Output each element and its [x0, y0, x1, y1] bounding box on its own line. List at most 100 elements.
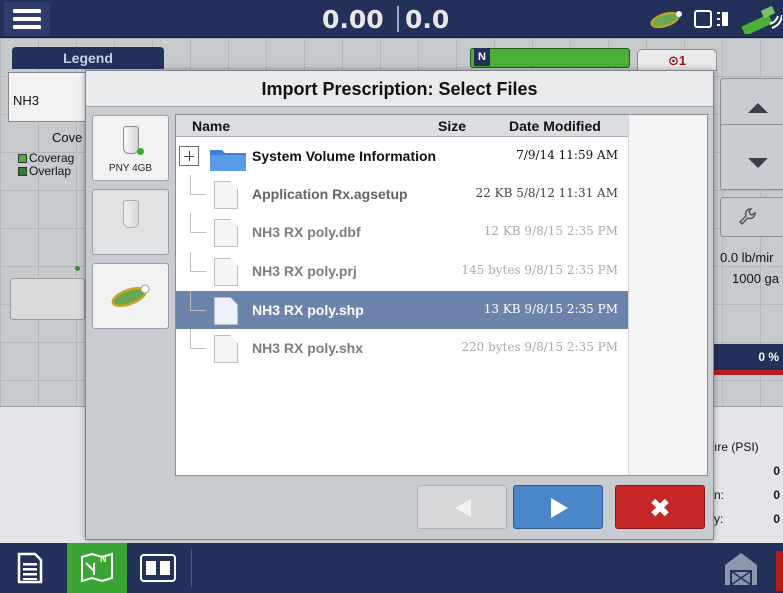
file-row[interactable]: NH3 RX poly.shx 220 bytes 9/8/15 2:35 PM — [176, 329, 628, 367]
tree-connector — [190, 232, 206, 233]
coverage-heading: Cove — [52, 130, 83, 145]
file-name: NH3 RX poly.dbf — [252, 224, 361, 240]
boundary-bar — [470, 48, 630, 68]
legend-item: Overlap — [18, 165, 74, 178]
file-name: NH3 RX poly.shp — [252, 302, 364, 318]
mapping-icon: N — [81, 552, 113, 583]
mapping-button[interactable]: N — [67, 543, 127, 593]
pressure-row: y: 0 — [714, 512, 780, 526]
close-icon: ✖ — [649, 494, 671, 524]
file-icon — [214, 297, 238, 325]
readout-divider — [397, 6, 399, 32]
file-name: NH3 RX poly.shx — [252, 340, 363, 356]
source-implement-button[interactable] — [92, 263, 169, 329]
file-row-selected[interactable]: NH3 RX poly.shp 13 KB 9/8/15 2:35 PM — [176, 291, 628, 329]
display-box-icon[interactable] — [694, 10, 712, 28]
file-meta: 13 KB 9/8/15 2:35 PM — [483, 302, 618, 316]
file-meta: 220 bytes 9/8/15 2:35 PM — [461, 340, 618, 354]
column-size[interactable]: Size — [438, 118, 466, 134]
product-selector[interactable]: NH3 — [8, 72, 88, 122]
rate-readout: 0.0 — [405, 5, 450, 34]
expand-icon[interactable] — [179, 146, 199, 166]
file-row[interactable]: NH3 RX poly.dbf 12 KB 9/8/15 2:35 PM — [176, 213, 628, 251]
legend-label: Overlap — [29, 164, 72, 178]
source-usb-button[interactable] — [92, 189, 169, 255]
pressure-row-value: 0 — [773, 488, 780, 502]
column-date[interactable]: Date Modified — [509, 118, 601, 134]
folder-icon — [210, 150, 246, 171]
connected-dot — [137, 148, 144, 155]
hamburger-menu-icon[interactable] — [4, 2, 50, 36]
pressure-row: n: 0 — [714, 488, 780, 502]
signal-icon[interactable] — [716, 9, 738, 29]
file-row[interactable]: Application Rx.agsetup 22 KB 5/8/12 11:3… — [176, 175, 628, 213]
implement-logo-icon — [111, 284, 150, 308]
arrow-down-icon — [748, 158, 768, 168]
rate-readout-2: 1000 ga — [732, 271, 779, 286]
file-name: NH3 RX poly.prj — [252, 263, 357, 279]
split-screen-button[interactable] — [130, 543, 190, 593]
import-prescription-dialog: Import Prescription: Select Files PNY 4G… — [85, 70, 714, 540]
barn-icon[interactable] — [723, 551, 759, 587]
arrow-right-icon — [551, 498, 568, 518]
bottom-bar: N — [0, 543, 783, 593]
tree-connector — [190, 310, 206, 311]
next-button[interactable] — [513, 485, 603, 529]
dialog-title: Import Prescription: Select Files — [86, 71, 713, 107]
svg-text:N: N — [100, 554, 107, 564]
file-row-folder[interactable]: System Volume Information 7/9/14 11:59 A… — [176, 137, 628, 175]
file-name: System Volume Information — [252, 148, 437, 164]
alert-tab[interactable]: ⊙1 — [637, 49, 717, 71]
tree-connector — [190, 194, 206, 195]
rate-readout-1: 0.0 lb/mir — [720, 250, 774, 265]
summary-report-button[interactable] — [0, 543, 60, 593]
bottom-divider — [191, 549, 192, 587]
file-list-scrollbar[interactable] — [628, 115, 707, 475]
arrow-left-icon — [455, 499, 471, 517]
pressure-row-label: y: — [714, 512, 724, 526]
file-list-header: Name Size Date Modified — [176, 115, 628, 137]
file-icon — [214, 219, 238, 247]
source-label: PNY 4GB — [108, 163, 153, 174]
cancel-button[interactable]: ✖ — [615, 485, 705, 529]
source-usb-pny-button[interactable]: PNY 4GB — [92, 115, 169, 181]
file-list[interactable]: Name Size Date Modified System Volume In… — [175, 114, 708, 476]
tree-connector — [190, 175, 191, 194]
file-meta: 12 KB 9/8/15 2:35 PM — [483, 224, 618, 238]
alert-strip — [776, 551, 783, 591]
summary-report-icon — [17, 552, 43, 584]
column-name[interactable]: Name — [192, 118, 230, 134]
file-icon — [214, 181, 238, 209]
implement-logo-icon[interactable] — [650, 9, 684, 29]
wrench-icon — [738, 208, 756, 226]
legend-tab[interactable]: Legend — [12, 47, 164, 69]
previous-button[interactable] — [417, 485, 507, 529]
tree-connector — [190, 329, 191, 348]
file-meta: 22 KB 5/8/12 11:31 AM — [475, 186, 618, 200]
tree-connector — [190, 213, 191, 232]
scroll-down-button[interactable] — [720, 124, 783, 190]
pressure-heading: ıre (PSI) — [714, 440, 759, 454]
legend-list: Coverag Overlap — [18, 152, 74, 178]
arrow-up-icon — [748, 103, 768, 113]
pressure-row-value: 0 — [773, 464, 780, 478]
gps-icon[interactable] — [740, 4, 782, 34]
tree-connector — [190, 252, 191, 271]
progress-label: 0 % — [712, 344, 783, 370]
tree-connector — [190, 291, 191, 310]
usb-drive-icon — [123, 200, 139, 228]
speed-readout: 0.00 — [322, 5, 384, 34]
split-screen-icon — [140, 554, 176, 582]
tree-connector — [190, 348, 206, 349]
pressure-row-label: n: — [714, 488, 725, 502]
file-row[interactable]: NH3 RX poly.prj 145 bytes 9/8/15 2:35 PM — [176, 252, 628, 290]
top-bar: 0.00 0.0 — [0, 0, 783, 38]
file-icon — [214, 258, 238, 286]
north-marker: N — [474, 48, 490, 66]
pressure-row-value: 0 — [773, 512, 780, 526]
status-dot — [75, 266, 80, 271]
background-left-button[interactable] — [10, 278, 85, 320]
file-meta: 7/9/14 11:59 AM — [516, 148, 618, 162]
wrench-button[interactable] — [720, 197, 783, 237]
progress-bar — [712, 370, 783, 375]
